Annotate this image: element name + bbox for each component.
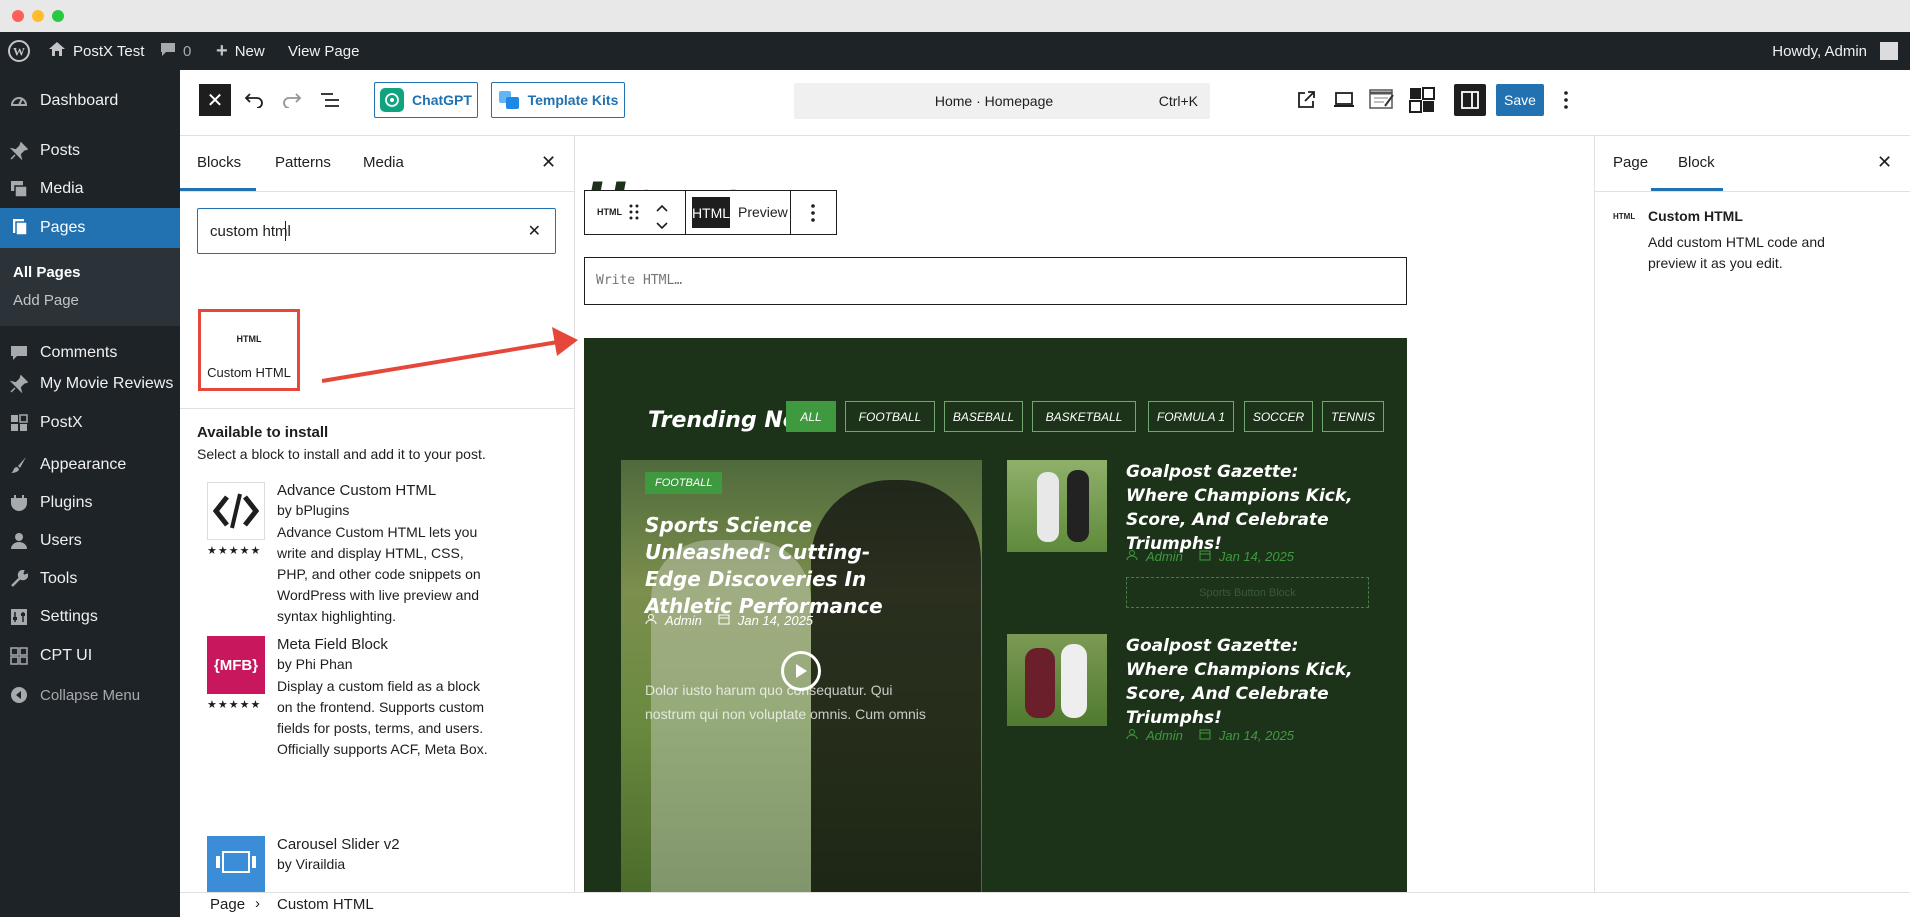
annotation-arrow (321, 327, 578, 383)
app-window: W PostX Test 0 + New View Page Howdy, Ad… (0, 0, 1910, 917)
